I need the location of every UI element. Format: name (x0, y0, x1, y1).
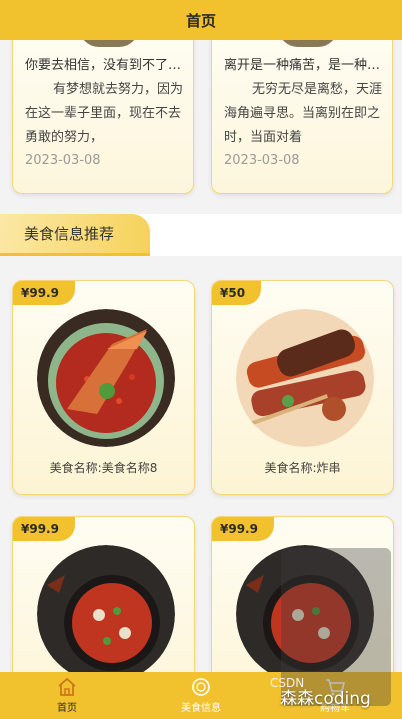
news-description: 无穷无尽是离愁，天涯海角遍寻思。当离别在即之时，当面对着 (224, 82, 383, 145)
news-title: 离开是一种痛苦，是一种难舍 (224, 58, 382, 73)
price-badge: ¥99.9 (13, 281, 75, 305)
top-navigation-bar: 首页 (0, 0, 402, 40)
tab-food-info[interactable]: 美食信息 (134, 672, 268, 719)
news-description: 有梦想就去努力，因为在这一辈子里面，现在不去勇敢的努力， (25, 82, 184, 145)
news-image (79, 40, 139, 47)
section-title-tab: 美食信息推荐 (0, 214, 150, 256)
food-card[interactable]: ¥99.9 美食名称:美食名称8 (12, 280, 195, 495)
tab-label: 美食信息 (181, 703, 221, 714)
news-image (278, 40, 338, 47)
food-image-hotpot (37, 545, 175, 672)
section-title: 美食信息推荐 (24, 225, 115, 243)
food-icon (192, 678, 210, 696)
watermark-author: 森森coding (280, 689, 371, 709)
price-badge: ¥99.9 (212, 517, 274, 541)
food-image-crayfish (37, 309, 175, 447)
tab-label: 首页 (57, 703, 77, 714)
news-date: 2023-03-08 (224, 153, 300, 168)
page-title: 首页 (185, 11, 216, 30)
home-icon (58, 677, 76, 696)
food-card[interactable]: ¥50 美食名称:炸串 (211, 280, 394, 495)
price-badge: ¥99.9 (13, 517, 75, 541)
news-card[interactable]: 你要去相信，没有到不了的明天 有梦想就去努力，因为在这一辈子里面，现在不去勇敢的… (12, 40, 194, 194)
section-header: 美食信息推荐 (0, 214, 402, 256)
news-list: 你要去相信，没有到不了的明天 有梦想就去努力，因为在这一辈子里面，现在不去勇敢的… (0, 40, 402, 200)
news-date: 2023-03-08 (25, 153, 101, 168)
food-image-skewers (236, 309, 374, 447)
food-name: 美食名称:美食名称8 (49, 461, 158, 475)
news-title: 你要去相信，没有到不了的明天 (25, 58, 183, 73)
food-card[interactable]: ¥99.9 (12, 516, 195, 672)
news-card[interactable]: 离开是一种痛苦，是一种难舍 无穷无尽是离愁，天涯海角遍寻思。当离别在即之时，当面… (211, 40, 393, 194)
food-name: 美食名称:炸串 (264, 461, 341, 475)
tab-home[interactable]: 首页 (0, 672, 134, 719)
price-badge: ¥50 (212, 281, 262, 305)
